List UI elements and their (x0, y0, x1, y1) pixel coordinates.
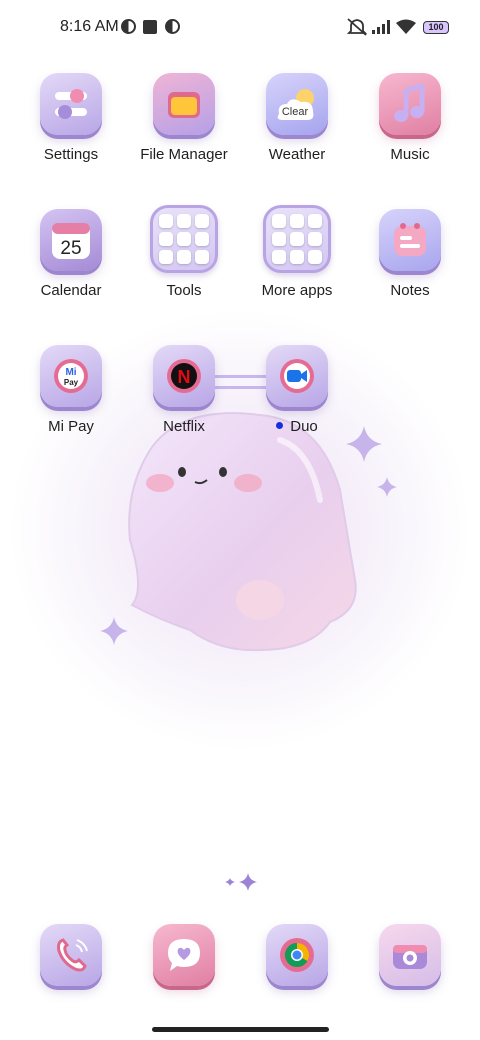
mute-icon (346, 18, 368, 36)
calendar-day-text: 25 (60, 238, 81, 259)
mi-pay-icon: Mi Pay (40, 345, 102, 407)
app-weather[interactable]: Clear Weather (241, 73, 353, 183)
calendar-icon: 25 (40, 209, 102, 271)
dock-chrome[interactable] (266, 924, 328, 986)
round-notification-icon (165, 19, 180, 34)
app-label: Calendar (40, 282, 102, 299)
app-label: File Manager (140, 146, 228, 163)
sparkle-icon (377, 477, 397, 497)
dock-messages[interactable] (153, 924, 215, 986)
messages-icon (168, 939, 200, 971)
round-notification-icon (121, 19, 136, 34)
netflix-logo-letter: N (178, 367, 191, 387)
app-settings[interactable]: Settings (15, 73, 127, 183)
notes-icon (379, 209, 441, 271)
app-duo[interactable]: Duo (241, 345, 353, 455)
camera-icon (393, 945, 427, 969)
folder-more-apps-icon (263, 205, 331, 273)
battery-icon: 100 (423, 21, 449, 34)
app-label: Settings (43, 146, 99, 163)
new-notification-dot (276, 422, 284, 429)
app-label: Duo (241, 418, 353, 435)
home-gesture-bar[interactable] (152, 1027, 329, 1032)
app-label: Netflix (163, 418, 205, 435)
app-netflix[interactable]: N Netflix (128, 345, 240, 455)
duo-icon (266, 345, 328, 407)
dock-camera[interactable] (379, 924, 441, 986)
signal-icon (372, 20, 390, 34)
folder-icon (153, 73, 215, 135)
app-label: Music (390, 146, 430, 163)
app-folder-tools[interactable]: Tools (128, 205, 240, 319)
status-time: 8:16 AM (60, 18, 119, 35)
sparkle-icon (225, 873, 257, 891)
app-label: Weather (268, 146, 326, 163)
app-file-manager[interactable]: File Manager (128, 73, 240, 183)
phone-icon (57, 938, 88, 972)
mi-pay-logo-bottom: Pay (64, 378, 79, 387)
app-label: Mi Pay (48, 418, 94, 435)
app-mi-pay[interactable]: Mi Pay Mi Pay (15, 345, 127, 455)
dock-phone[interactable] (40, 924, 102, 986)
netflix-icon: N (153, 345, 215, 407)
app-music[interactable]: Music (354, 73, 466, 183)
app-label: Notes (390, 282, 430, 299)
app-label: Tools (166, 282, 202, 299)
square-notification-icon (143, 20, 157, 34)
folder-tools-icon (150, 205, 218, 273)
app-folder-more-apps[interactable]: More apps (241, 205, 353, 319)
chrome-icon (280, 938, 314, 972)
mi-pay-logo-top: Mi (65, 367, 76, 378)
weather-icon: Clear (266, 73, 328, 135)
weather-condition-text: Clear (282, 106, 309, 118)
app-label: More apps (261, 282, 333, 299)
sparkle-icon (100, 617, 128, 645)
settings-icon (40, 73, 102, 135)
wifi-icon (396, 19, 416, 34)
duo-label-text: Duo (290, 418, 318, 435)
app-notes[interactable]: Notes (354, 209, 466, 319)
music-note-icon (379, 73, 441, 135)
app-calendar[interactable]: 25 Calendar (15, 209, 127, 319)
status-bar: 8:16 AM 100 (0, 0, 480, 56)
